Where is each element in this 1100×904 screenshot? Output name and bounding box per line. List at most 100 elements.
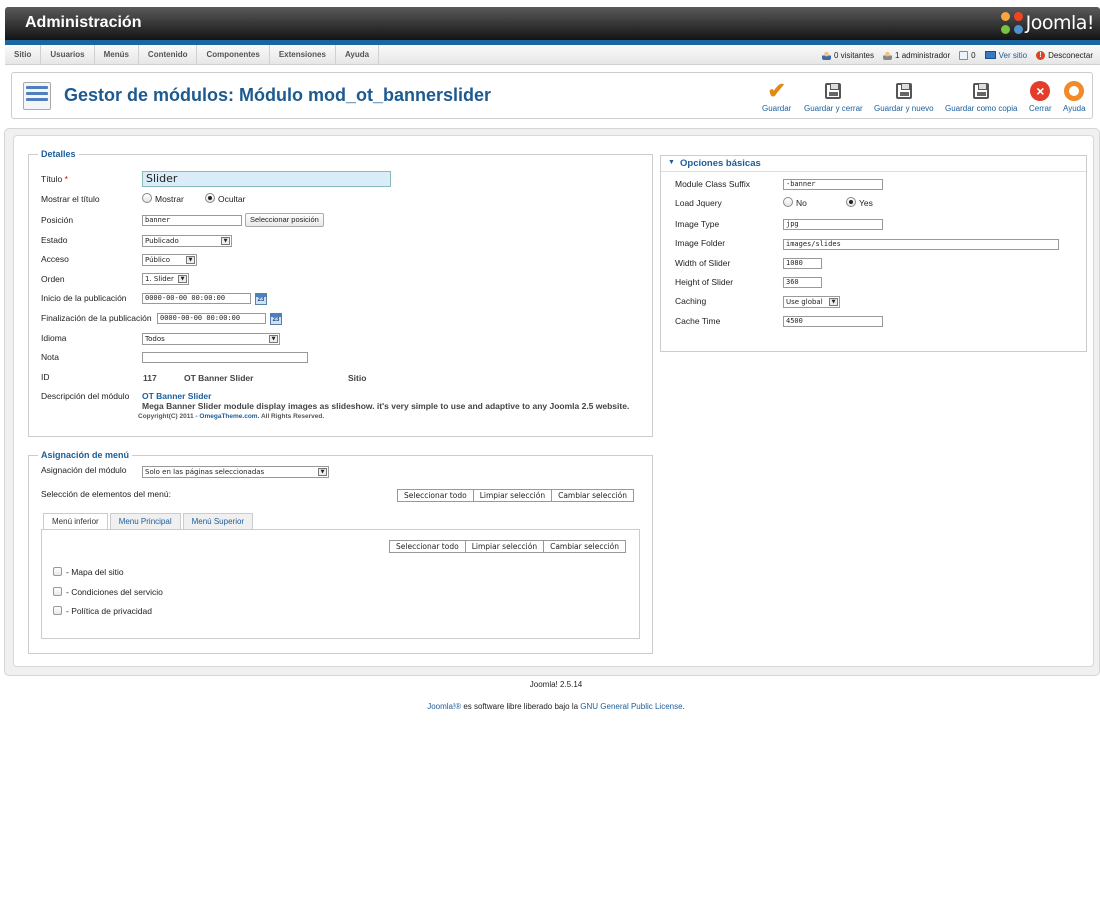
slider-width-label: Width of Slider	[675, 258, 731, 268]
description-label: Descripción del módulo	[41, 391, 130, 401]
title-input[interactable]: Slider	[142, 171, 391, 187]
select-all-button[interactable]: Seleccionar todo	[389, 540, 466, 553]
collapse-arrow-icon: ▼	[668, 159, 675, 166]
description-text: Mega Banner Slider module display images…	[142, 401, 630, 411]
note-input[interactable]	[142, 352, 308, 363]
license-end: .	[682, 702, 685, 711]
checkbox-privacidad[interactable]	[53, 606, 62, 615]
copyright-line: Copyright(C) 2011 - OmegaTheme.com. All …	[138, 413, 324, 420]
visitors-label: 0 visitantes	[833, 50, 875, 60]
image-folder-label: Image Folder	[675, 238, 726, 248]
save-close-button[interactable]: Guardar y cerrar	[804, 81, 863, 113]
order-select[interactable]: 1. Slider ▼	[142, 273, 189, 285]
users-icon	[821, 50, 831, 60]
save-copy-button[interactable]: Guardar como copia	[945, 81, 1017, 113]
joomla-link[interactable]: Joomla!®	[427, 702, 461, 711]
select-position-button[interactable]: Seleccionar posición	[245, 213, 324, 227]
checkmark-icon: ✔	[767, 78, 786, 103]
load-jquery-radio-no[interactable]	[783, 197, 793, 207]
position-label: Posición	[41, 215, 74, 225]
checkbox-condiciones[interactable]	[53, 587, 62, 596]
gpl-link[interactable]: GNU General Public License	[580, 702, 682, 711]
joomla-logo-icon	[1000, 12, 1023, 34]
main-menu: Sitio Usuarios Menús Contenido Component…	[5, 45, 380, 65]
state-select-value: Publicado	[145, 237, 179, 245]
admins-label: 1 administrador	[895, 50, 951, 60]
slider-height-input[interactable]: 360	[783, 277, 822, 288]
logout-link[interactable]: ! Desconectar	[1036, 50, 1093, 60]
help-button[interactable]: Ayuda	[1063, 81, 1086, 113]
image-type-input[interactable]: jpg	[783, 219, 883, 230]
load-jquery-option-no: No	[796, 198, 807, 208]
omegatheme-link[interactable]: OmegaTheme.com	[199, 413, 257, 420]
menu-item-contenido[interactable]: Contenido	[139, 45, 198, 65]
position-input[interactable]: banner	[142, 215, 242, 226]
module-assignment-value: Solo en las páginas seleccionadas	[145, 468, 265, 476]
cache-time-input[interactable]: 4500	[783, 316, 883, 327]
menu-tabs: Menú inferior Menu Principal Menú Superi…	[43, 513, 255, 530]
select-all-button[interactable]: Seleccionar todo	[397, 489, 474, 502]
image-folder-input[interactable]: images/slides	[783, 239, 1059, 250]
menu-item-usuarios[interactable]: Usuarios	[41, 45, 95, 65]
order-label: Orden	[41, 274, 65, 284]
load-jquery-radio-yes[interactable]	[846, 197, 856, 207]
close-button[interactable]: × Cerrar	[1029, 81, 1052, 113]
chevron-down-icon: ▼	[318, 468, 327, 476]
show-title-radio-hide[interactable]	[205, 193, 215, 203]
save-button[interactable]: ✔ Guardar	[762, 78, 791, 114]
module-manager-icon	[23, 82, 51, 110]
access-select[interactable]: Público ▼	[142, 254, 197, 266]
menu-tab-panel: Seleccionar todo Limpiar selección Cambi…	[41, 529, 640, 639]
required-mark: *	[64, 174, 68, 184]
help-button-label: Ayuda	[1063, 104, 1086, 113]
publish-up-input[interactable]: 0000-00-00 00:00:00	[142, 293, 251, 304]
show-title-option-hide: Ocultar	[218, 194, 246, 204]
view-site-link[interactable]: Ver sitio	[984, 51, 1027, 60]
class-suffix-input[interactable]: -banner	[783, 179, 883, 190]
menu-item-menus[interactable]: Menús	[95, 45, 139, 65]
edit-form: Detalles Título * Slider Mostrar el títu…	[13, 135, 1094, 667]
menu-item-extensiones[interactable]: Extensiones	[270, 45, 336, 65]
copyright-prefix: Copyright(C) 2011 -	[138, 413, 198, 420]
language-label: Idioma	[41, 333, 67, 343]
caching-select[interactable]: Use global ▼	[783, 296, 840, 308]
calendar-icon[interactable]: 23	[270, 313, 282, 325]
note-label: Nota	[41, 352, 59, 362]
messages-status[interactable]: 0	[959, 50, 976, 60]
clear-selection-button[interactable]: Limpiar selección	[472, 489, 553, 502]
class-suffix-label: Module Class Suffix	[675, 179, 750, 189]
save-new-button[interactable]: Guardar y nuevo	[874, 81, 934, 113]
basic-options-header[interactable]: ▼ Opciones básicas	[661, 156, 1086, 172]
slider-width-input[interactable]: 1080	[783, 258, 822, 269]
menu-item-ayuda[interactable]: Ayuda	[336, 45, 380, 65]
details-legend: Detalles	[41, 149, 76, 159]
clear-selection-button[interactable]: Limpiar selección	[464, 540, 545, 553]
calendar-icon[interactable]: 23	[255, 293, 267, 305]
view-site-label[interactable]: Ver sitio	[999, 51, 1027, 60]
tab-menu-principal[interactable]: Menu Principal	[109, 513, 181, 529]
language-select[interactable]: Todos ▼	[142, 333, 280, 345]
tab-menu-superior[interactable]: Menú Superior	[182, 513, 254, 529]
details-fieldset: Detalles Título * Slider Mostrar el títu…	[28, 149, 653, 437]
joomla-logo[interactable]: Joomla!	[1000, 11, 1095, 35]
save-new-button-label: Guardar y nuevo	[874, 104, 934, 113]
state-select[interactable]: Publicado ▼	[142, 235, 232, 247]
id-value: 117	[143, 373, 157, 383]
state-label: Estado	[41, 235, 68, 245]
logout-label[interactable]: Desconectar	[1048, 51, 1093, 60]
menu-item-sitio[interactable]: Sitio	[5, 45, 42, 65]
toggle-selection-button[interactable]: Cambiar selección	[543, 540, 627, 553]
menu-item-componentes[interactable]: Componentes	[197, 45, 270, 65]
page-title: Gestor de módulos: Módulo mod_ot_banners…	[64, 85, 492, 105]
chevron-down-icon: ▼	[221, 237, 230, 245]
messages-icon	[959, 50, 969, 60]
menu-item-label: - Mapa del sitio	[66, 567, 124, 577]
footer-version: Joomla! 2.5.14	[529, 680, 583, 689]
toggle-selection-button[interactable]: Cambiar selección	[551, 489, 635, 502]
slider-height-label: Height of Slider	[675, 277, 734, 287]
publish-down-input[interactable]: 0000-00-00 00:00:00	[157, 313, 266, 324]
show-title-radio-show[interactable]	[142, 193, 152, 203]
tab-menu-inferior[interactable]: Menú inferior	[43, 513, 108, 530]
checkbox-mapa-del-sitio[interactable]	[53, 567, 62, 576]
module-assignment-select[interactable]: Solo en las páginas seleccionadas ▼	[142, 466, 329, 478]
